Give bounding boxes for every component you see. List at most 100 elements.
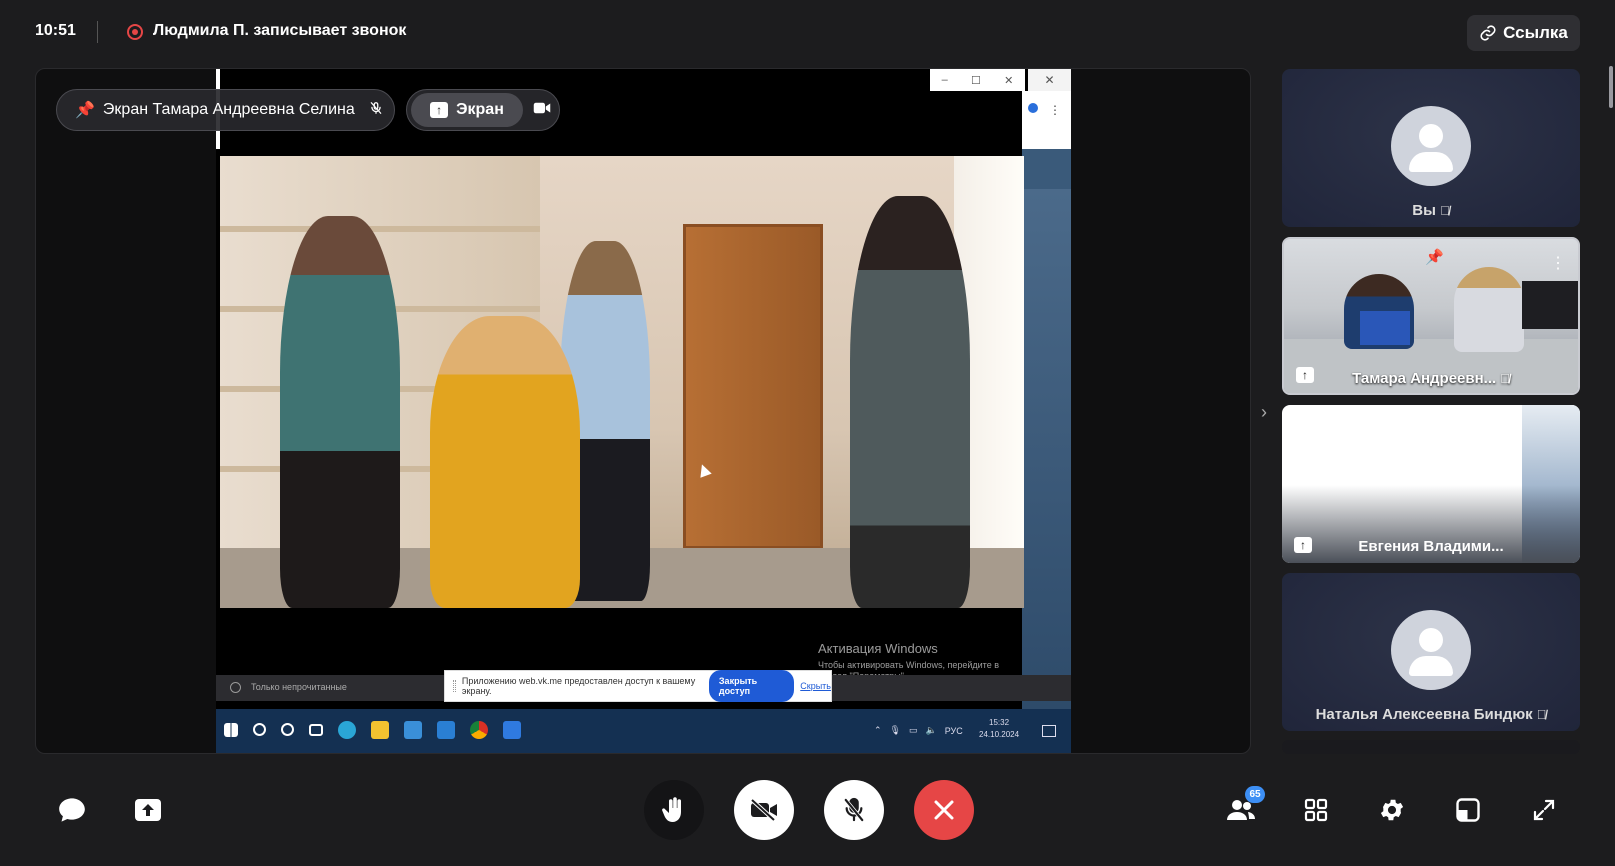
browser-sidebar: ⋮ xyxy=(1022,91,1071,149)
close-icon: ✕ xyxy=(1004,74,1014,87)
explorer-icon xyxy=(371,721,389,739)
vk-app-icon xyxy=(503,721,521,739)
person xyxy=(850,196,970,608)
unread-filter: Только непрочитанные xyxy=(251,682,347,692)
mic-off-icon: 🎙̸ xyxy=(1500,371,1510,386)
raise-hand-icon xyxy=(662,797,681,822)
edge-icon xyxy=(338,721,356,739)
mic-off-icon xyxy=(843,797,865,822)
store-icon xyxy=(404,721,422,739)
raise-hand-button[interactable] xyxy=(644,780,704,840)
notification-icon xyxy=(1042,725,1056,737)
pin-icon[interactable]: 📌 xyxy=(1425,248,1444,266)
camera-icon[interactable] xyxy=(533,101,551,120)
control-bar: 65 xyxy=(0,770,1615,850)
share-screen-icon: ↑ xyxy=(430,102,449,118)
shared-screen: – ☐ ✕ ✕ ⋮ Активация Windows Чтобы активи… xyxy=(216,69,1071,753)
person xyxy=(1454,267,1524,352)
participant-name: Вы 🎙̸ xyxy=(1412,202,1450,219)
search-icon xyxy=(253,723,266,736)
screen-share-notice: Приложению web.vk.me предоставлен доступ… xyxy=(444,670,832,702)
tab-screen[interactable]: ↑ Экран xyxy=(411,93,523,127)
participant-tile[interactable]: 📌 ⋮ ↑ Тамара Андреевн... 🎙̸ xyxy=(1282,237,1580,395)
share-screen-icon xyxy=(135,799,161,821)
link-button[interactable]: Ссылка xyxy=(1467,15,1580,51)
grid-view-button[interactable] xyxy=(1296,790,1336,830)
chat-button[interactable] xyxy=(52,790,92,830)
more-icon: ⋮ xyxy=(1049,103,1061,117)
person xyxy=(430,316,580,608)
pinned-screen-label[interactable]: 📌 Экран Тамара Андреевна Селина xyxy=(56,89,395,131)
avatar xyxy=(1391,106,1471,186)
gear-icon xyxy=(1380,799,1404,821)
tray-time: 15:32 xyxy=(989,718,1010,727)
close-icon: ✕ xyxy=(1028,69,1071,91)
main-stage[interactable]: – ☐ ✕ ✕ ⋮ Активация Windows Чтобы активи… xyxy=(35,68,1251,754)
scrollbar[interactable] xyxy=(1609,66,1613,108)
tab-screen-label: Экран xyxy=(456,101,504,118)
fullscreen-icon xyxy=(1533,799,1555,821)
link-button-label: Ссылка xyxy=(1503,23,1568,42)
participants-button[interactable]: 65 xyxy=(1221,786,1265,830)
participant-name: Евгения Владими... xyxy=(1358,538,1504,555)
cortana-icon xyxy=(281,723,294,736)
participant-tile[interactable]: ↑ Евгения Владими... xyxy=(1282,405,1580,563)
task-view-icon xyxy=(309,724,323,736)
window-controls: – ☐ ✕ xyxy=(930,69,1025,91)
mic-off-icon: 🎙̸ xyxy=(1439,203,1450,218)
pin-icon: 📌 xyxy=(75,102,95,119)
door xyxy=(683,224,823,549)
recording-icon xyxy=(127,24,143,40)
windows-start-icon xyxy=(224,723,238,737)
system-tray: ⌃ 🎙 ▭ 🔈 РУС xyxy=(874,725,963,736)
chat-icon xyxy=(59,798,85,822)
fullscreen-button[interactable] xyxy=(1524,790,1564,830)
network-icon: ▭ xyxy=(908,725,918,735)
toggle-icon xyxy=(230,682,241,693)
language-indicator: РУС xyxy=(944,725,963,736)
share-screen-button[interactable] xyxy=(128,790,168,830)
mail-icon xyxy=(437,721,455,739)
chevron-up-icon: ⌃ xyxy=(874,725,882,735)
link-icon xyxy=(1480,25,1496,41)
end-call-icon xyxy=(934,800,954,820)
activation-title: Активация Windows xyxy=(818,641,938,656)
call-time: 10:51 xyxy=(35,22,76,39)
chrome-icon xyxy=(470,721,488,739)
chevron-right-icon[interactable]: › xyxy=(1261,402,1267,423)
grid-icon xyxy=(1304,798,1328,822)
volume-icon: 🔈 xyxy=(925,725,937,735)
laptop xyxy=(1360,311,1410,345)
participant-tile-partial xyxy=(1282,740,1580,754)
hide-link: Скрыть xyxy=(800,681,831,691)
participants-count-badge: 65 xyxy=(1245,786,1265,803)
participant-tile[interactable]: Наталья Алексеевна Биндюк 🎙̸ xyxy=(1282,573,1580,731)
participant-name: Наталья Алексеевна Биндюк 🎙̸ xyxy=(1315,706,1547,723)
camera-toggle-button[interactable] xyxy=(734,780,794,840)
shared-video xyxy=(220,156,1024,608)
top-bar: 10:51 Людмила П. записывает звонок Ссылк… xyxy=(0,0,1615,64)
divider xyxy=(97,21,98,43)
monitor xyxy=(1522,281,1578,329)
close-access-button: Закрыть доступ xyxy=(708,670,795,702)
settings-button[interactable] xyxy=(1372,790,1412,830)
pinned-label-text: Экран Тамара Андреевна Селина xyxy=(102,101,355,118)
tray-clock: 15:32 24.10.2024 xyxy=(979,717,1019,741)
recording-status: Людмила П. записывает звонок xyxy=(153,22,407,39)
maximize-icon: ☐ xyxy=(971,74,981,87)
chat-background xyxy=(1022,149,1071,709)
layout-button[interactable] xyxy=(1448,790,1488,830)
participant-name: Тамара Андреевн... 🎙̸ xyxy=(1352,370,1510,387)
end-call-button[interactable] xyxy=(914,780,974,840)
mic-toggle-button[interactable] xyxy=(824,780,884,840)
camera-off-icon xyxy=(750,798,777,822)
share-notice-text: Приложению web.vk.me предоставлен доступ… xyxy=(461,676,696,696)
more-menu-icon[interactable]: ⋮ xyxy=(1550,253,1566,273)
minimize-icon: – xyxy=(941,74,948,86)
mic-off-icon xyxy=(369,100,383,120)
mic-icon: 🎙 xyxy=(889,725,901,735)
mic-off-icon: 🎙̸ xyxy=(1536,707,1547,722)
user-icon xyxy=(1028,103,1038,113)
participant-tile[interactable]: Вы 🎙̸ xyxy=(1282,69,1580,227)
avatar xyxy=(1391,610,1471,690)
